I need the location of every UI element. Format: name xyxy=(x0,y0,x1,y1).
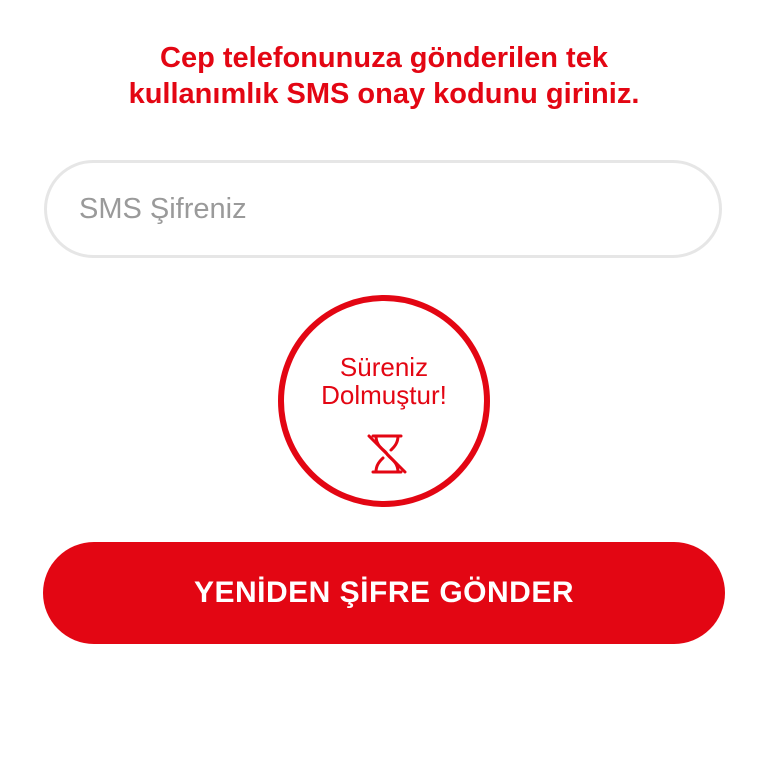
resend-code-button[interactable]: YENİDEN ŞİFRE GÖNDER xyxy=(43,542,725,644)
instruction-line-2: kullanımlık SMS onay kodunu giriniz. xyxy=(128,78,640,110)
hourglass-expired-icon xyxy=(367,434,407,474)
instruction-line-1: Cep telefonunuza gönderilen tek xyxy=(160,42,608,74)
timer-expired-badge: Süreniz Dolmuştur! xyxy=(278,295,490,507)
sms-verification-page: Cep telefonunuza gönderilen tek kullanım… xyxy=(0,0,768,768)
instruction-text: Cep telefonunuza gönderilen tek kullanım… xyxy=(0,40,768,112)
timer-message-line-2: Dolmuştur! xyxy=(321,380,447,410)
timer-message-line-1: Süreniz xyxy=(339,352,429,382)
timer-message: Süreniz Dolmuştur! xyxy=(284,353,484,409)
sms-code-input[interactable] xyxy=(44,160,722,258)
